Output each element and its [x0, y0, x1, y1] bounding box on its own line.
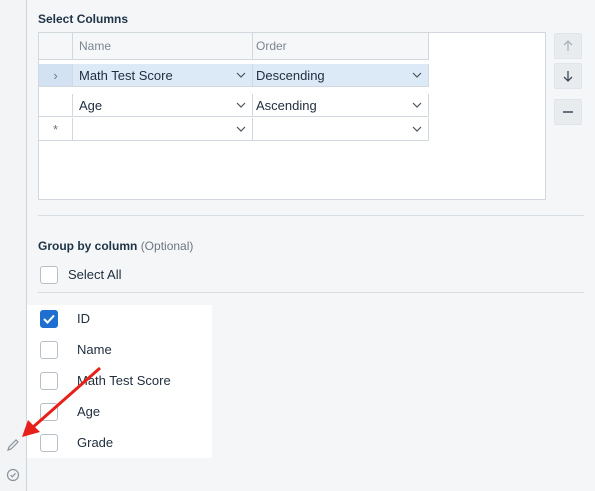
select-all-checkbox[interactable] [40, 266, 58, 284]
column-checkbox-id[interactable] [40, 310, 58, 328]
chevron-down-icon [412, 102, 422, 108]
row-indicator [39, 94, 73, 117]
check-circle-icon[interactable] [6, 468, 20, 482]
grid-header-order: Order [253, 33, 429, 60]
arrow-up-icon [563, 40, 573, 51]
name-dropdown[interactable]: Math Test Score [73, 64, 253, 87]
chevron-down-icon [412, 126, 422, 132]
column-checkbox-grade[interactable] [40, 434, 58, 452]
name-value: Math Test Score [79, 68, 173, 83]
left-gutter [0, 0, 27, 491]
move-up-button[interactable] [554, 33, 582, 59]
name-dropdown[interactable]: Age [73, 94, 253, 117]
section-divider [38, 215, 584, 216]
order-value: Ascending [256, 98, 317, 113]
optional-label: (Optional) [140, 239, 194, 253]
sort-grid: Name Order › Math Test Score Descending … [38, 32, 546, 200]
minus-icon [563, 111, 573, 113]
pencil-icon[interactable] [6, 438, 20, 452]
grid-header-name: Name [73, 33, 253, 60]
new-row-indicator: * [39, 118, 73, 141]
column-label-id[interactable]: ID [77, 311, 90, 326]
column-checkbox-age[interactable] [40, 403, 58, 421]
name-value: Age [79, 98, 103, 113]
group-by-title: Group by column (Optional) [38, 239, 193, 253]
remove-row-button[interactable] [554, 99, 582, 125]
column-checkbox-name[interactable] [40, 341, 58, 359]
chevron-down-icon [236, 126, 246, 132]
order-dropdown[interactable] [253, 118, 429, 141]
order-value: Descending [256, 68, 325, 83]
order-dropdown[interactable]: Descending [253, 64, 429, 87]
name-dropdown[interactable] [73, 118, 253, 141]
grid-new-row[interactable]: * [39, 118, 429, 141]
column-checkbox-math-test-score[interactable] [40, 372, 58, 390]
move-down-button[interactable] [554, 63, 582, 89]
select-all-label[interactable]: Select All [68, 267, 121, 282]
chevron-down-icon [236, 72, 246, 78]
row-indicator: › [39, 64, 73, 87]
column-label-math-test-score[interactable]: Math Test Score [77, 373, 171, 388]
chevron-down-icon [412, 72, 422, 78]
column-label-name[interactable]: Name [77, 342, 112, 357]
arrow-down-icon [563, 71, 573, 82]
select-columns-title: Select Columns [38, 12, 129, 26]
grid-row[interactable]: › Math Test Score Descending [39, 64, 429, 87]
grid-row[interactable]: Age Ascending [39, 94, 429, 117]
grid-header-indicator [39, 33, 73, 60]
column-label-grade[interactable]: Grade [77, 435, 113, 450]
order-dropdown[interactable]: Ascending [253, 94, 429, 117]
checkmark-icon [43, 314, 55, 324]
section-divider [38, 292, 584, 293]
column-label-age[interactable]: Age [77, 404, 100, 419]
group-by-label: Group by column [38, 239, 138, 253]
chevron-down-icon [236, 102, 246, 108]
grid-header-row: Name Order [39, 33, 429, 60]
